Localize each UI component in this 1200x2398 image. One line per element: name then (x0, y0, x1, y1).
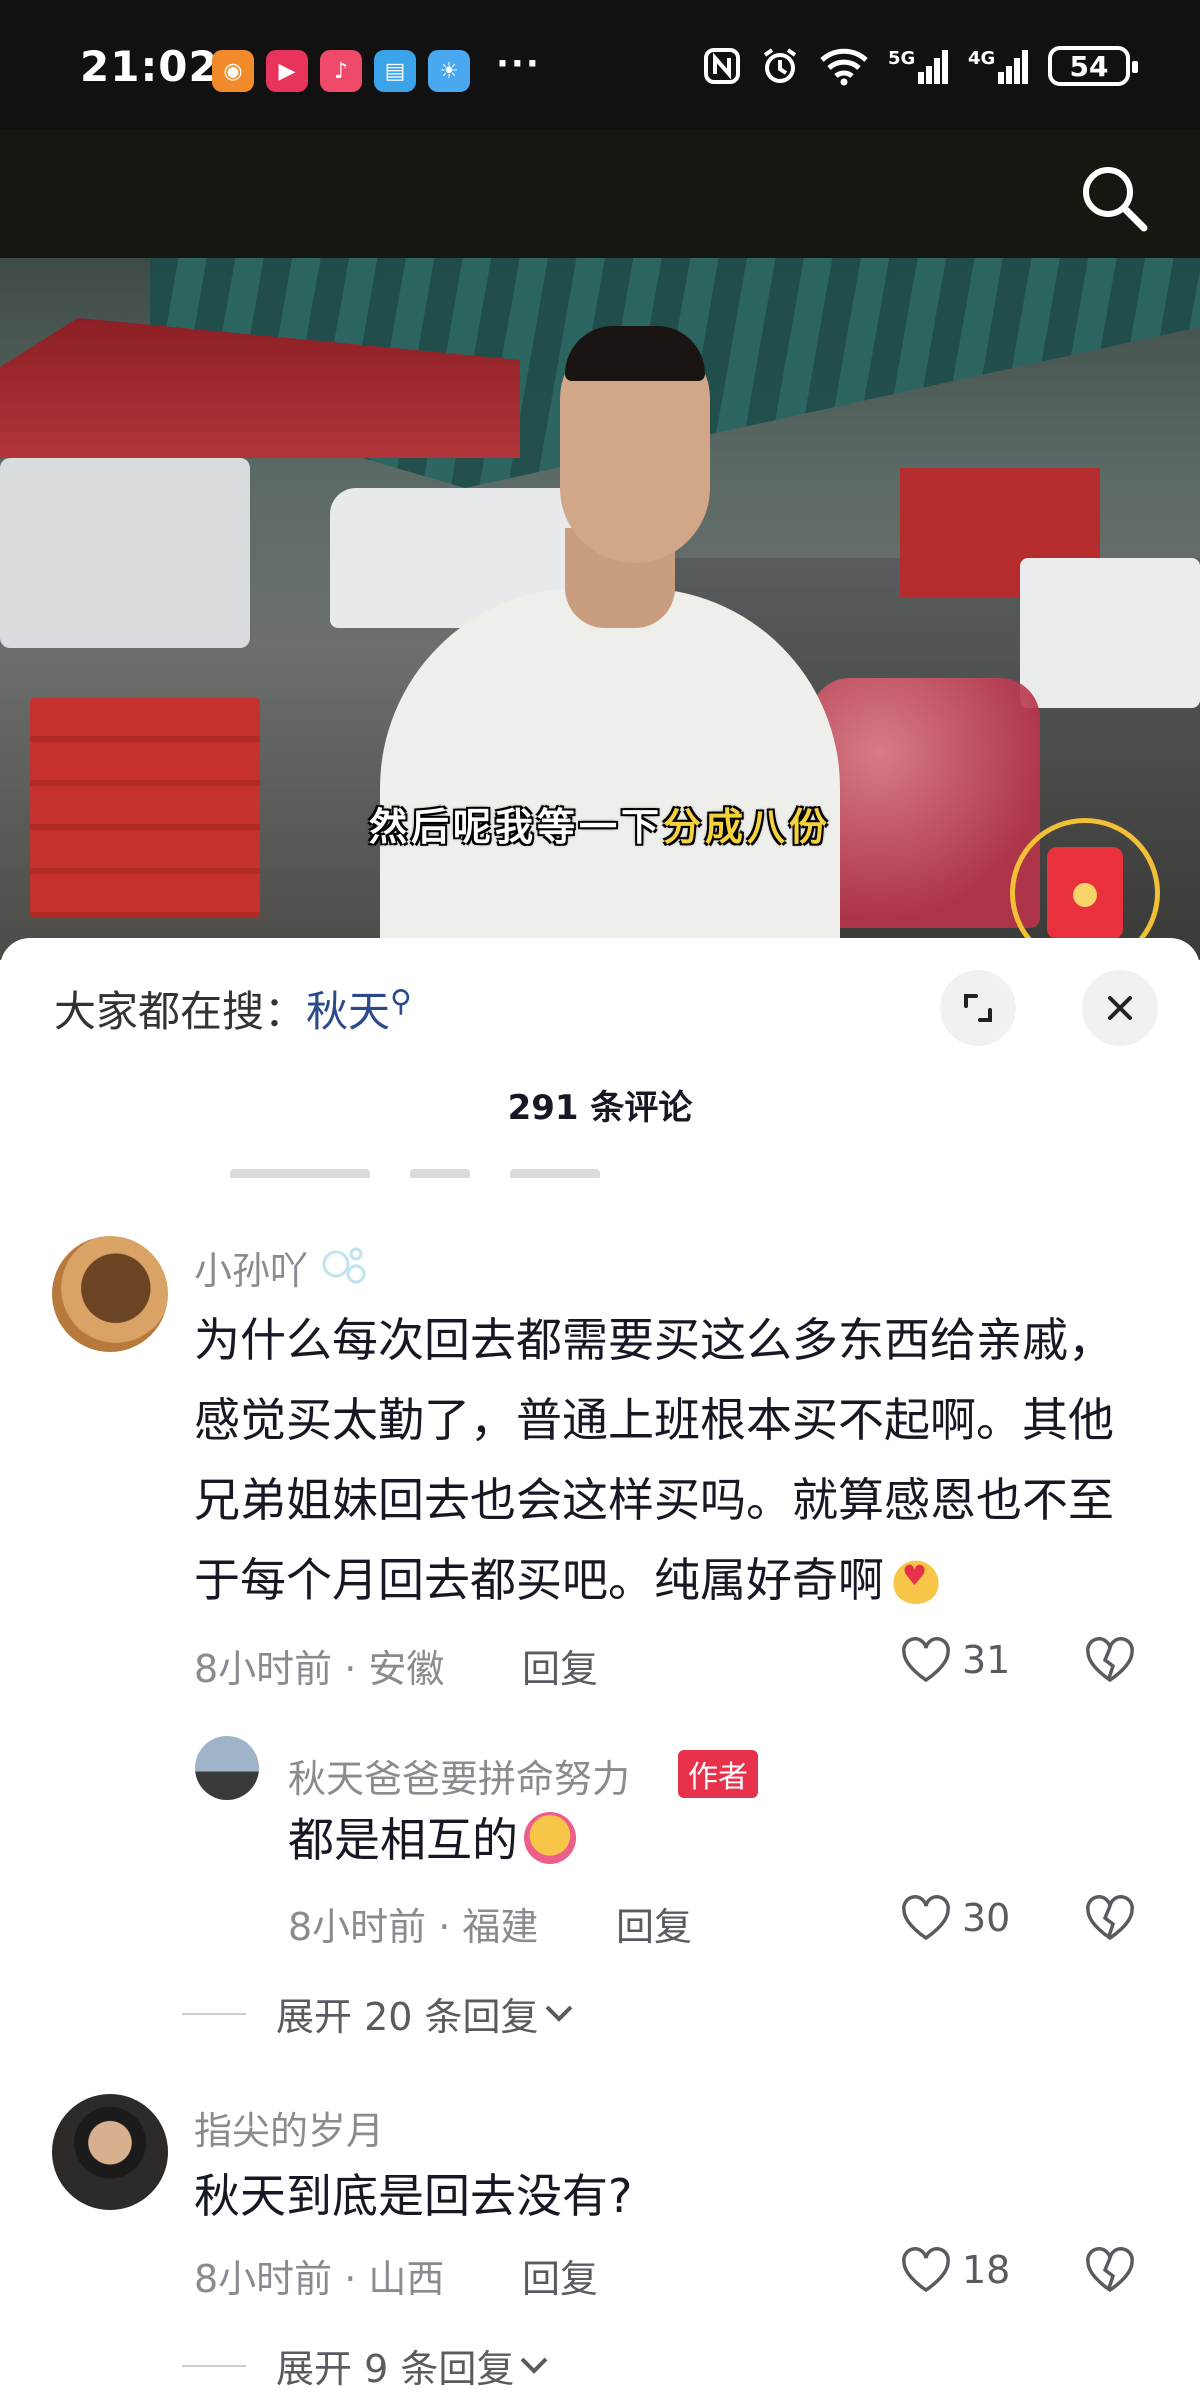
divider-line (182, 2012, 246, 2015)
nfc-icon (704, 48, 740, 84)
alarm-icon (763, 48, 797, 83)
like-button[interactable]: 18 (900, 2246, 1010, 2294)
heart-icon (902, 1895, 950, 1941)
expand-replies-label: 展开 9 条回复 (276, 2347, 515, 2391)
divider-line (182, 2364, 246, 2367)
subtitle-plain: 然后呢我等一下 (368, 805, 663, 849)
broken-heart-icon[interactable] (1084, 1894, 1136, 1942)
like-button[interactable]: 31 (900, 1636, 1010, 1684)
top-bar (0, 130, 1200, 258)
reply-button[interactable]: 回复 (616, 1896, 692, 1951)
video-scene-van-left (0, 458, 250, 648)
heart-hands-emoji-icon (890, 1536, 942, 1616)
heart-icon (902, 1637, 950, 1683)
chevron-down-icon (545, 2005, 572, 2022)
like-button[interactable]: 30 (900, 1894, 1010, 1942)
close-button[interactable] (1082, 970, 1158, 1046)
avatar[interactable] (52, 2094, 168, 2210)
reply-button[interactable]: 回复 (522, 1638, 598, 1693)
svg-text:5G: 5G (888, 48, 915, 69)
expand-replies-button[interactable]: 展开 9 条回复 (182, 2338, 554, 2393)
author-badge: 作者 (678, 1750, 758, 1798)
status-indicators: 5G 4G 54 (702, 46, 1138, 86)
video-scene-person-body (380, 588, 840, 960)
app-music-icon: ♪ (320, 50, 362, 92)
like-count: 18 (962, 2248, 1011, 2292)
video-subtitle: 然后呢我等一下分成八份 (0, 796, 1200, 851)
app-weather-icon: ☀ (428, 50, 470, 92)
comment-username[interactable]: 指尖的岁月 (194, 2100, 384, 2155)
like-count: 31 (962, 1638, 1011, 1682)
broken-heart-icon[interactable] (1084, 2246, 1136, 2294)
comment-username[interactable]: 小孙吖 (194, 1240, 308, 1295)
comment-meta: 8小时前 · 安徽 (194, 1647, 445, 1691)
search-button[interactable] (1076, 160, 1152, 236)
reply-text-body: 都是相互的 (288, 1813, 518, 1867)
status-more: ··· (496, 44, 541, 84)
heart-icon (902, 2247, 950, 2293)
bubble-icon (322, 1247, 366, 1284)
comments-panel: 大家都在搜：秋天⚲ 291 条评论 小孙吖 为什么每次回去都需要买这么多东西给亲… (0, 938, 1200, 2398)
expand-replies-label: 展开 20 条回复 (276, 1995, 539, 2039)
like-count: 30 (962, 1896, 1011, 1940)
video-scene-tricycle (1020, 558, 1200, 708)
hot-search-prefix: 大家都在搜： (54, 987, 307, 1036)
status-bar: 21:02 ◉ ▶ ♪ ▤ ☀ ··· 5G 4G 54 (0, 0, 1200, 130)
status-time: 21:02 (80, 42, 219, 91)
signal-4g-icon: 4G (968, 48, 1028, 84)
subtitle-highlight: 分成八份 (663, 805, 832, 849)
reply-meta: 8小时前 · 福建 (288, 1905, 539, 1949)
expand-replies-button[interactable]: 展开 20 条回复 (182, 1986, 579, 2041)
avatar[interactable] (52, 1236, 168, 1352)
video-scene-person-hair (565, 326, 705, 381)
reply-text: 都是相互的 (288, 1800, 576, 1880)
app-book-icon: ▤ (374, 50, 416, 92)
app-video-icon: ▶ (266, 50, 308, 92)
svg-text:4G: 4G (968, 48, 995, 69)
app-orange-icon: ◉ (212, 50, 254, 92)
expand-icon (964, 994, 992, 1022)
reply-username[interactable]: 秋天爸爸要拼命努力 (288, 1748, 630, 1803)
clipped-row (230, 1166, 1150, 1178)
comment-count: 291 条评论 (507, 1088, 693, 1128)
battery-indicator: 54 (1048, 46, 1138, 86)
hot-search-bar[interactable]: 大家都在搜：秋天⚲ (54, 978, 412, 1039)
notification-app-icons: ◉ ▶ ♪ ▤ ☀ (212, 50, 470, 92)
hot-search-keyword[interactable]: 秋天 (306, 987, 390, 1036)
reply-button[interactable]: 回复 (522, 2248, 598, 2303)
comment-meta: 8小时前 · 山西 (194, 2257, 445, 2301)
broken-heart-icon[interactable] (1084, 1636, 1136, 1684)
search-icon (1083, 167, 1148, 232)
red-packet-icon (1047, 847, 1123, 939)
comment-text-body: 为什么每次回去都需要买这么多东西给亲戚，感觉买太勤了，普通上班根本买不起啊。其他… (194, 1313, 1114, 1607)
wifi-icon (820, 48, 868, 86)
hug-emoji-icon (524, 1812, 576, 1864)
comment-text: 为什么每次回去都需要买这么多东西给亲戚，感觉买太勤了，普通上班根本买不起啊。其他… (194, 1300, 1154, 1620)
expand-button[interactable] (940, 970, 1016, 1046)
signal-5g-icon: 5G (888, 48, 948, 84)
chevron-down-icon (520, 2357, 548, 2374)
author-avatar[interactable] (195, 1736, 259, 1800)
video-player[interactable]: 然后呢我等一下分成八份 (0, 258, 1200, 960)
comment-text: 秋天到底是回去没有? (194, 2169, 633, 2223)
close-icon (1108, 996, 1132, 1020)
search-small-icon: ⚲ (390, 984, 413, 1019)
